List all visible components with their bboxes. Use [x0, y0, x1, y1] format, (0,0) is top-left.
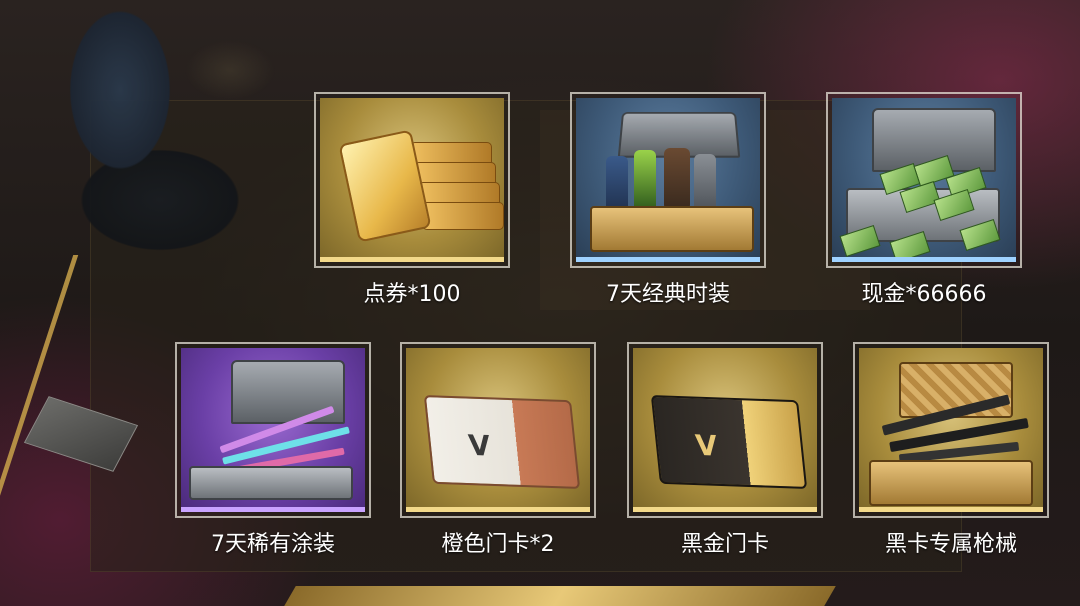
orange-keycard-icon: V	[423, 394, 581, 490]
reward-label: 黑卡专属枪械	[884, 532, 1017, 557]
weapon-skin-case-icon	[181, 348, 365, 512]
reward-label: 现金*66666	[861, 282, 987, 307]
reward-label: 橙色门卡*2	[441, 532, 555, 557]
rarity-bar	[633, 507, 817, 512]
rarity-bar	[859, 507, 1043, 512]
reward-label: 点券*100	[363, 282, 461, 307]
soldier-character-illustration	[0, 0, 310, 320]
reward-card	[853, 342, 1049, 518]
reward-card: V	[400, 342, 596, 518]
rarity-bar	[406, 507, 590, 512]
gun-case-icon	[859, 348, 1043, 512]
reward-card	[826, 92, 1022, 268]
rarity-bar	[181, 507, 365, 512]
rarity-bar	[320, 257, 504, 262]
gold-voucher-icon	[338, 122, 504, 252]
black-gold-keycard-icon: V	[650, 394, 808, 490]
reward-card: V	[627, 342, 823, 518]
outfit-chest-icon	[576, 98, 760, 262]
reward-label: 7天稀有涂装	[211, 532, 335, 557]
gold-bottom-bar	[284, 586, 836, 606]
rarity-bar	[832, 257, 1016, 262]
reward-card	[570, 92, 766, 268]
rarity-bar	[576, 257, 760, 262]
reward-label: 7天经典时装	[606, 282, 730, 307]
cash-case-icon	[832, 98, 1016, 262]
reward-card	[175, 342, 371, 518]
reward-card	[314, 92, 510, 268]
reward-label: 黑金门卡	[680, 532, 769, 557]
